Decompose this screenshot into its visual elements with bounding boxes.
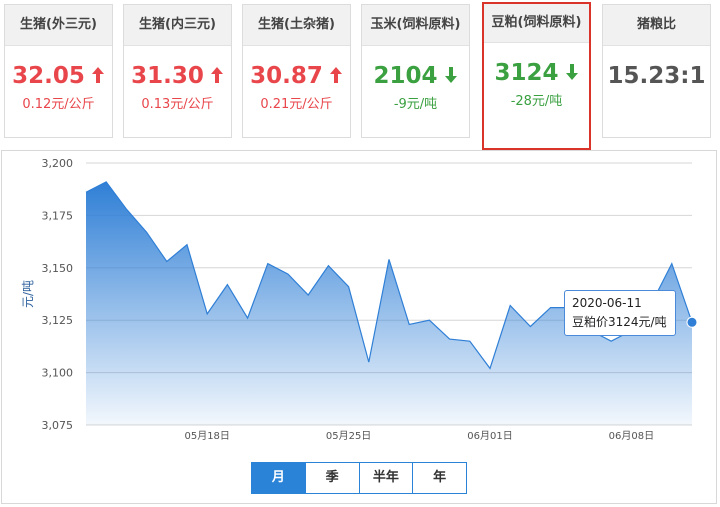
card-change: 0.21元/公斤 — [260, 97, 333, 112]
price-card-corn[interactable]: 玉米(饲料原料) 2104 -9元/吨 — [361, 4, 470, 138]
card-price-value: 32.05 — [12, 63, 85, 89]
card-change: 0.13元/公斤 — [141, 97, 214, 112]
price-card-hog-outer-three[interactable]: 生猪(外三元) 32.05 0.12元/公斤 — [4, 4, 113, 138]
card-price: 15.23:1 — [603, 62, 710, 90]
card-change: -28元/吨 — [510, 94, 563, 109]
card-price-value: 30.87 — [250, 63, 323, 89]
card-price-value: 31.30 — [131, 63, 204, 89]
tooltip-value: 豆粕价3124元/吨 — [572, 315, 667, 329]
card-title: 豆粕(饲料原料) — [484, 4, 589, 43]
y-tick-label: 3,150 — [42, 262, 74, 275]
x-tick-label: 05月25日 — [326, 430, 371, 442]
period-selector: 月季半年年 — [251, 462, 467, 494]
period-button-month[interactable]: 月 — [252, 463, 305, 493]
card-price: 31.30 — [124, 62, 231, 90]
y-tick-label: 3,175 — [42, 209, 74, 222]
tooltip-date: 2020-06-11 — [572, 296, 642, 310]
card-price: 30.87 — [243, 62, 350, 90]
y-tick-label: 3,075 — [42, 419, 74, 432]
period-button-half-year[interactable]: 半年 — [358, 463, 413, 493]
x-tick-label: 06月08日 — [609, 430, 654, 442]
arrow-up-icon — [91, 63, 105, 83]
y-tick-label: 3,125 — [42, 314, 74, 327]
period-button-year[interactable]: 年 — [412, 463, 466, 493]
price-card-soybean-meal[interactable]: 豆粕(饲料原料) 3124 -28元/吨 — [482, 2, 591, 150]
price-card-hog-inner-three[interactable]: 生猪(内三元) 31.30 0.13元/公斤 — [123, 4, 232, 138]
card-price-value: 15.23:1 — [607, 63, 706, 89]
arrow-up-icon — [210, 63, 224, 83]
card-title: 生猪(内三元) — [124, 5, 231, 46]
period-button-quarter[interactable]: 季 — [304, 463, 359, 493]
chart-tooltip: 2020-06-11 豆粕价3124元/吨 — [564, 290, 676, 336]
x-tick-label: 06月01日 — [467, 430, 512, 442]
card-title: 生猪(外三元) — [5, 5, 112, 46]
card-price: 2104 — [362, 62, 469, 90]
card-title: 玉米(饲料原料) — [362, 5, 469, 46]
data-point[interactable] — [686, 316, 698, 328]
card-title: 生猪(土杂猪) — [243, 5, 350, 46]
arrow-down-icon — [444, 63, 458, 83]
arrow-up-icon — [329, 63, 343, 83]
price-card-hog-grain-ratio[interactable]: 猪粮比 15.23:1 — [602, 4, 711, 138]
card-change: 0.12元/公斤 — [22, 97, 95, 112]
y-tick-label: 3,200 — [42, 157, 74, 170]
y-axis-label: 元/吨 — [21, 280, 35, 308]
card-price: 32.05 — [5, 62, 112, 90]
price-card-hog-native[interactable]: 生猪(土杂猪) 30.87 0.21元/公斤 — [242, 4, 351, 138]
x-tick-label: 05月18日 — [184, 430, 229, 442]
price-cards: 生猪(外三元) 32.05 0.12元/公斤 生猪(内三元) 31.30 0.13元/公斤… — [4, 2, 716, 150]
card-price-value: 2104 — [373, 63, 438, 89]
card-change: -9元/吨 — [393, 97, 438, 112]
card-price: 3124 — [484, 59, 589, 87]
y-tick-label: 3,100 — [42, 367, 74, 380]
card-title: 猪粮比 — [603, 5, 710, 46]
arrow-down-icon — [565, 60, 579, 80]
card-price-value: 3124 — [494, 60, 559, 86]
